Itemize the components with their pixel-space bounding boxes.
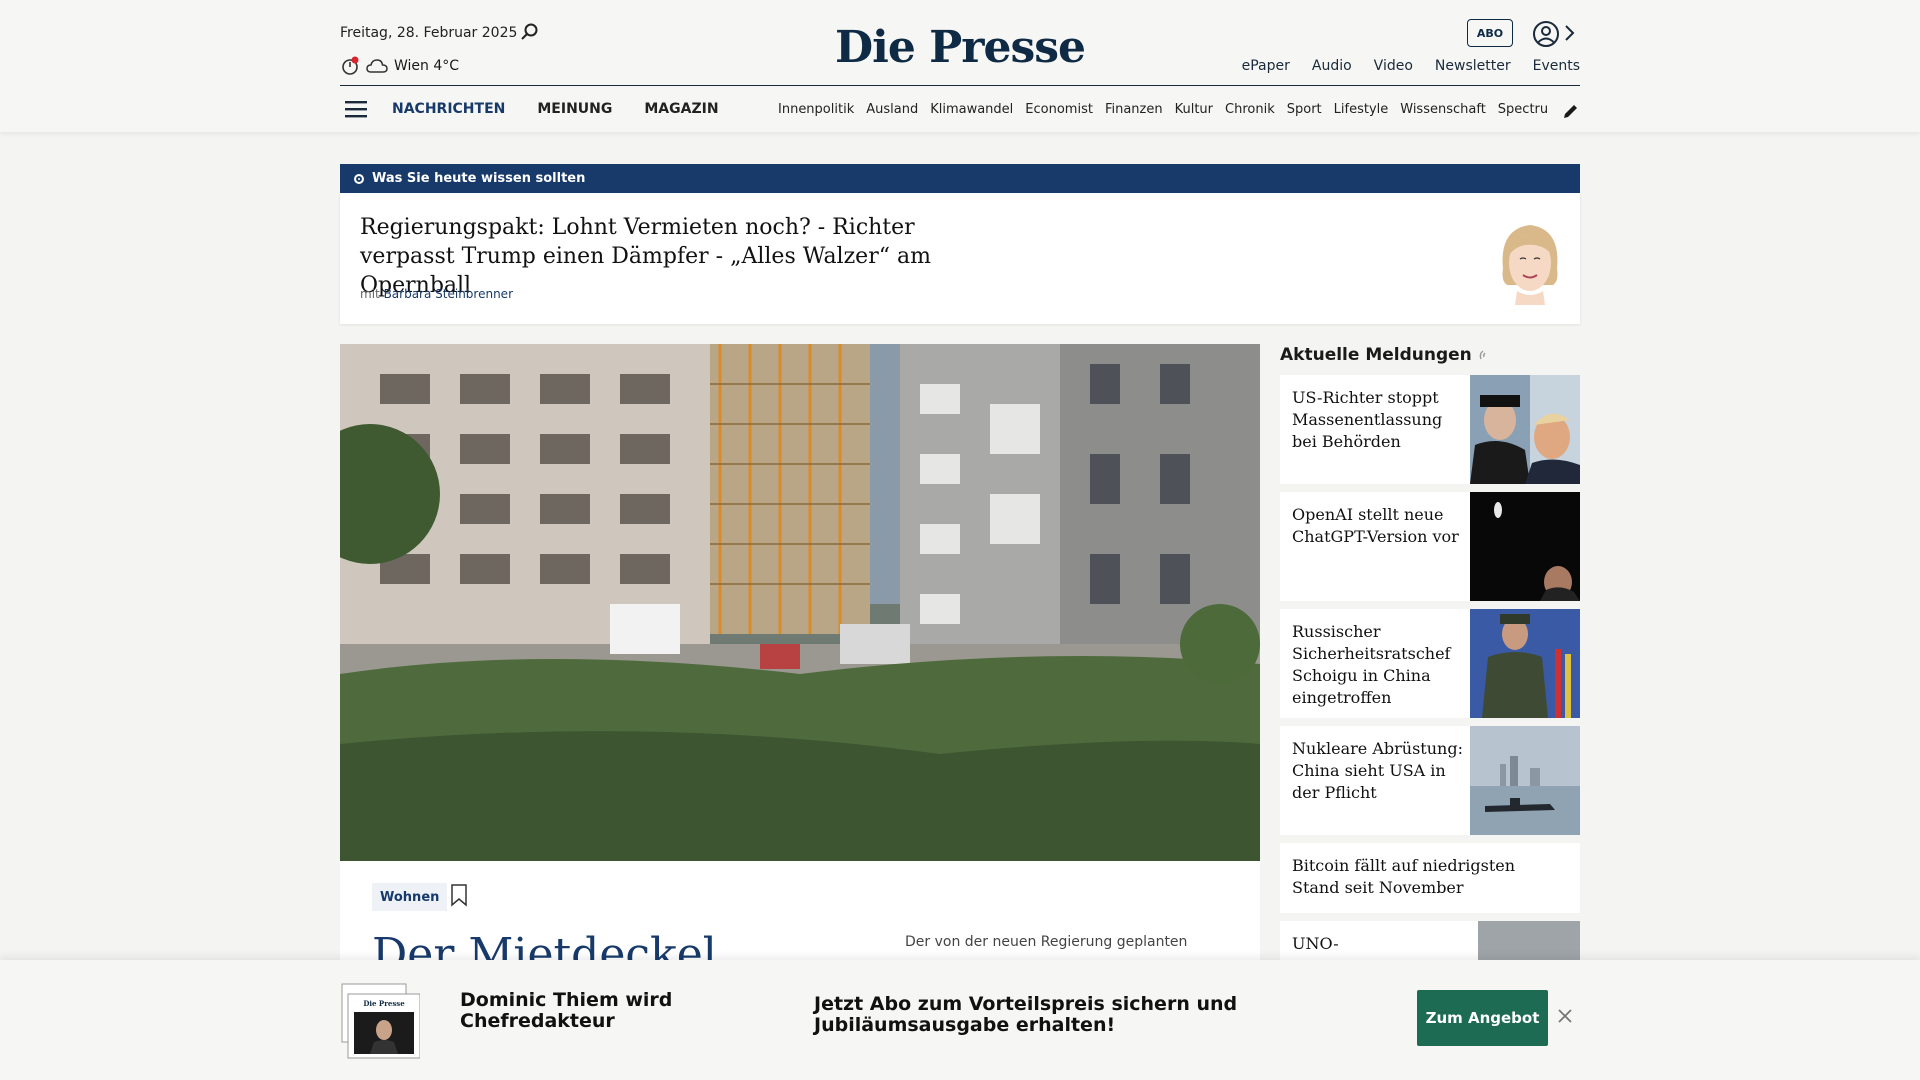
nav-finanzen[interactable]: Finanzen: [1105, 102, 1163, 117]
nav-magazin[interactable]: MAGAZIN: [644, 101, 718, 117]
radio-dot-icon: [354, 173, 364, 184]
byline-prefix: mit: [360, 287, 380, 301]
article-tag[interactable]: Wohnen: [372, 883, 448, 911]
link-newsletter[interactable]: Newsletter: [1435, 58, 1511, 74]
close-icon[interactable]: [1558, 1009, 1572, 1023]
promo-text: Jetzt Abo zum Vorteilspreis sichern und …: [814, 993, 1238, 1036]
sidebar-heading-text: Aktuelle Meldungen: [1280, 345, 1472, 365]
menu-icon[interactable]: [345, 100, 367, 118]
pencil-icon[interactable]: [1562, 102, 1580, 120]
site-logo[interactable]: Die Presse: [0, 22, 1920, 73]
byline-author[interactable]: Barbara Steinbrenner: [384, 287, 513, 301]
nav-spectrum[interactable]: Spectrum: [1498, 102, 1548, 117]
news-title[interactable]: Bitcoin fällt auf niedrigsten Stand seit…: [1292, 855, 1552, 899]
briefing-card[interactable]: Regierungspakt: Lohnt Vermieten noch? - …: [340, 193, 1580, 324]
site-header: Freitag, 28. Februar 2025 Wien 4°C Die P…: [0, 0, 1920, 132]
live-icon: [1479, 350, 1486, 360]
nav-economist[interactable]: Economist: [1025, 102, 1093, 117]
news-item[interactable]: US-Richter stoppt Massenentlassung bei B…: [1280, 375, 1580, 484]
news-title[interactable]: Russischer Sicherheitsratschef Schoigu i…: [1292, 621, 1468, 709]
nav-wissenschaft[interactable]: Wissenschaft: [1400, 102, 1486, 117]
link-epaper[interactable]: ePaper: [1242, 58, 1290, 74]
author-avatar: [1502, 225, 1558, 305]
nav-chronik[interactable]: Chronik: [1225, 102, 1275, 117]
news-title[interactable]: US-Richter stoppt Massenentlassung bei B…: [1292, 387, 1468, 453]
news-item[interactable]: Bitcoin fällt auf niedrigsten Stand seit…: [1280, 843, 1580, 913]
news-title[interactable]: UNO-: [1292, 933, 1468, 955]
bookmark-icon[interactable]: [450, 883, 468, 907]
briefing-label: Was Sie heute wissen sollten: [372, 171, 586, 186]
newspaper-thumbnail: Die Presse: [341, 983, 420, 1059]
user-icon[interactable]: [1532, 20, 1560, 48]
briefing-byline: mit Barbara Steinbrenner: [360, 287, 513, 301]
top-links: ePaper Audio Video Newsletter Events: [1242, 58, 1580, 74]
chevron-right-icon[interactable]: [1563, 22, 1575, 44]
news-item[interactable]: Nukleare Abrüstung: China sieht USA in d…: [1280, 726, 1580, 835]
news-title[interactable]: Nukleare Abrüstung: China sieht USA in d…: [1292, 738, 1468, 804]
link-events[interactable]: Events: [1533, 58, 1580, 74]
header-divider: [340, 85, 1580, 86]
nav-lifestyle[interactable]: Lifestyle: [1334, 102, 1389, 117]
offer-button[interactable]: Zum Angebot: [1417, 990, 1548, 1046]
nav-meinung[interactable]: MEINUNG: [537, 101, 612, 117]
link-video[interactable]: Video: [1374, 58, 1413, 74]
abo-button[interactable]: ABO: [1467, 19, 1513, 47]
link-audio[interactable]: Audio: [1312, 58, 1352, 74]
news-item[interactable]: Russischer Sicherheitsratschef Schoigu i…: [1280, 609, 1580, 718]
news-item[interactable]: OpenAI stellt neue ChatGPT-Version vor: [1280, 492, 1580, 601]
article-teaser: Der von der neuen Regierung geplanten: [905, 934, 1188, 950]
nav-ausland[interactable]: Ausland: [866, 102, 918, 117]
main-nav: NACHRICHTEN MEINUNG MAGAZIN: [392, 101, 719, 117]
news-title[interactable]: OpenAI stellt neue ChatGPT-Version vor: [1292, 504, 1468, 548]
nav-innenpolitik[interactable]: Innenpolitik: [778, 102, 854, 117]
article-card[interactable]: Wohnen Der Mietdeckel Der von der neuen …: [340, 861, 1260, 980]
news-thumbnail[interactable]: [1470, 609, 1580, 718]
sub-nav: Innenpolitik Ausland Klimawandel Economi…: [778, 102, 1548, 117]
thumbnail-logo: Die Presse: [363, 999, 405, 1008]
promo-title: Dominic Thiem wird Chefredakteur: [460, 989, 673, 1032]
subscription-banner: Die Presse Dominic Thiem wird Chefredakt…: [0, 960, 1920, 1080]
nav-kultur[interactable]: Kultur: [1175, 102, 1213, 117]
briefing-bar[interactable]: Was Sie heute wissen sollten: [340, 164, 1580, 193]
nav-nachrichten[interactable]: NACHRICHTEN: [392, 101, 505, 117]
nav-klimawandel[interactable]: Klimawandel: [930, 102, 1013, 117]
news-thumbnail[interactable]: [1470, 726, 1580, 835]
hero-image[interactable]: [340, 344, 1260, 861]
nav-sport[interactable]: Sport: [1287, 102, 1322, 117]
news-thumbnail[interactable]: [1470, 492, 1580, 601]
news-thumbnail[interactable]: [1470, 375, 1580, 484]
sidebar-heading: Aktuelle Meldungen: [1280, 345, 1492, 365]
